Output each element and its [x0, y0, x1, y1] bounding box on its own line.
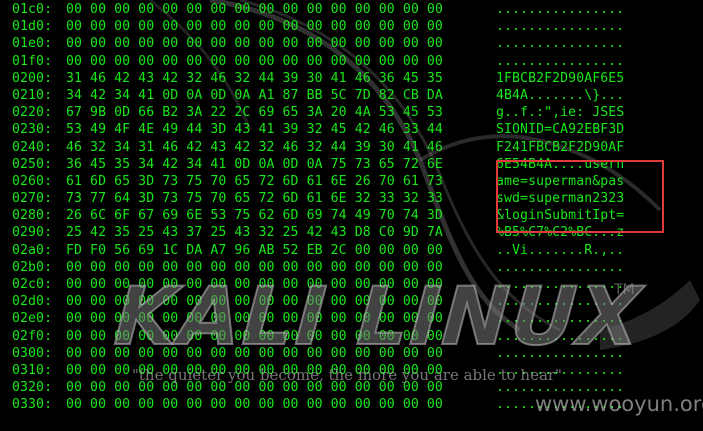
hex-row: 0220: 67 9B 0D 66 B2 3A 22 2C 69 65 3A 20…	[12, 104, 656, 121]
row-ascii: g..f.:",ie: JSES	[496, 105, 625, 121]
row-offset: 02f0:	[12, 328, 53, 344]
row-hex-bytes: 61 6D 65 3D 73 75 70 65 72 6D 61 6E 26 7…	[66, 173, 443, 189]
row-ascii: 1FBCB2F2D90AF6E5	[496, 70, 625, 86]
row-offset: 02b0:	[12, 259, 53, 275]
row-offset: 0290:	[12, 225, 53, 241]
row-offset: 0320:	[12, 380, 53, 396]
row-offset: 01f0:	[12, 53, 53, 69]
row-hex-bytes: 36 45 35 34 42 34 41 0D 0A 0D 0A 75 73 6…	[66, 156, 443, 172]
row-ascii: SIONID=CA92EBF3D	[496, 122, 625, 138]
row-hex-bytes: 34 42 34 41 0D 0A 0D 0A A1 87 BB 5C 7D 8…	[66, 87, 443, 103]
row-ascii: ..Vi.......R.,..	[496, 242, 625, 258]
row-offset: 01d0:	[12, 19, 53, 35]
row-hex-bytes: 26 6C 6F 67 69 6E 53 75 62 6D 69 74 49 7…	[66, 208, 443, 224]
kali-tagline: "the quieter you become, the more you ar…	[132, 366, 562, 384]
row-hex-bytes: 53 49 4F 4E 49 44 3D 43 41 39 32 45 42 4…	[66, 122, 443, 138]
trademark-mark: TM	[614, 282, 635, 298]
row-hex-bytes: 46 32 34 31 46 42 43 42 32 46 32 44 39 3…	[66, 139, 443, 155]
hex-row: 0240: 46 32 34 31 46 42 43 42 32 46 32 44…	[12, 139, 656, 156]
row-offset: 0210:	[12, 87, 53, 103]
row-offset: 0220:	[12, 105, 53, 121]
row-offset: 0330:	[12, 397, 53, 413]
row-offset: 0270:	[12, 191, 53, 207]
row-ascii: ................	[496, 36, 625, 52]
row-offset: 02c0:	[12, 277, 53, 292]
row-hex-bytes: 67 9B 0D 66 B2 3A 22 2C 69 65 3A 20 4A 5…	[66, 105, 443, 121]
row-offset: 0280:	[12, 208, 53, 224]
kali-linux-logo-text: KALI LINUX	[111, 269, 646, 364]
row-ascii: ................	[496, 2, 625, 17]
hex-row: 02a0: FD F0 56 69 1C DA A7 96 AB 52 EB 2C…	[12, 242, 656, 259]
row-offset: 0200:	[12, 70, 53, 86]
row-offset: 0310:	[12, 362, 53, 378]
row-ascii: ................	[496, 19, 625, 35]
row-offset: 0250:	[12, 156, 53, 172]
row-hex-bytes: 31 46 42 43 42 32 46 32 44 39 30 41 46 3…	[66, 70, 443, 86]
row-hex-bytes: 00 00 00 00 00 00 00 00 00 00 00 00 00 0…	[66, 19, 443, 35]
row-hex-bytes: 25 42 35 25 43 37 25 43 32 25 42 43 D8 C…	[66, 225, 443, 241]
hex-row: 01f0: 00 00 00 00 00 00 00 00 00 00 00 00…	[12, 53, 656, 70]
row-ascii: F241FBCB2F2D90AF	[496, 139, 625, 155]
row-ascii: 4B4A.......\}...	[496, 87, 625, 103]
row-hex-bytes: 00 00 00 00 00 00 00 00 00 00 00 00 00 0…	[66, 36, 443, 52]
credentials-highlight-box	[496, 160, 664, 233]
row-ascii: ................	[496, 53, 625, 69]
row-hex-bytes: 00 00 00 00 00 00 00 00 00 00 00 00 00 0…	[66, 397, 443, 413]
row-offset: 02a0:	[12, 242, 53, 258]
row-hex-bytes: 00 00 00 00 00 00 00 00 00 00 00 00 00 0…	[66, 53, 443, 69]
hex-row: 01d0: 00 00 00 00 00 00 00 00 00 00 00 00…	[12, 18, 656, 35]
row-offset: 02d0:	[12, 294, 53, 310]
hex-row: 01c0: 00 00 00 00 00 00 00 00 00 00 00 00…	[12, 1, 656, 18]
row-hex-bytes: 73 77 64 3D 73 75 70 65 72 6D 61 6E 32 3…	[66, 191, 443, 207]
hex-row: 0230: 53 49 4F 4E 49 44 3D 43 41 39 32 45…	[12, 121, 656, 138]
row-hex-bytes: 00 00 00 00 00 00 00 00 00 00 00 00 00 0…	[66, 2, 443, 17]
hex-row: 01e0: 00 00 00 00 00 00 00 00 00 00 00 00…	[12, 35, 656, 52]
row-offset: 01c0:	[12, 2, 53, 17]
row-hex-bytes: FD F0 56 69 1C DA A7 96 AB 52 EB 2C 00 0…	[66, 242, 443, 258]
row-offset: 0230:	[12, 122, 53, 138]
wooyun-site-watermark: www.wooyun.org	[535, 392, 703, 416]
row-offset: 02e0:	[12, 311, 53, 327]
hex-row: 0200: 31 46 42 43 42 32 46 32 44 39 30 41…	[12, 70, 656, 87]
row-offset: 0260:	[12, 173, 53, 189]
row-offset: 01e0:	[12, 36, 53, 52]
row-offset: 0240:	[12, 139, 53, 155]
row-offset: 0300:	[12, 345, 53, 361]
hex-row: 0210: 34 42 34 41 0D 0A 0D 0A A1 87 BB 5C…	[12, 87, 656, 104]
